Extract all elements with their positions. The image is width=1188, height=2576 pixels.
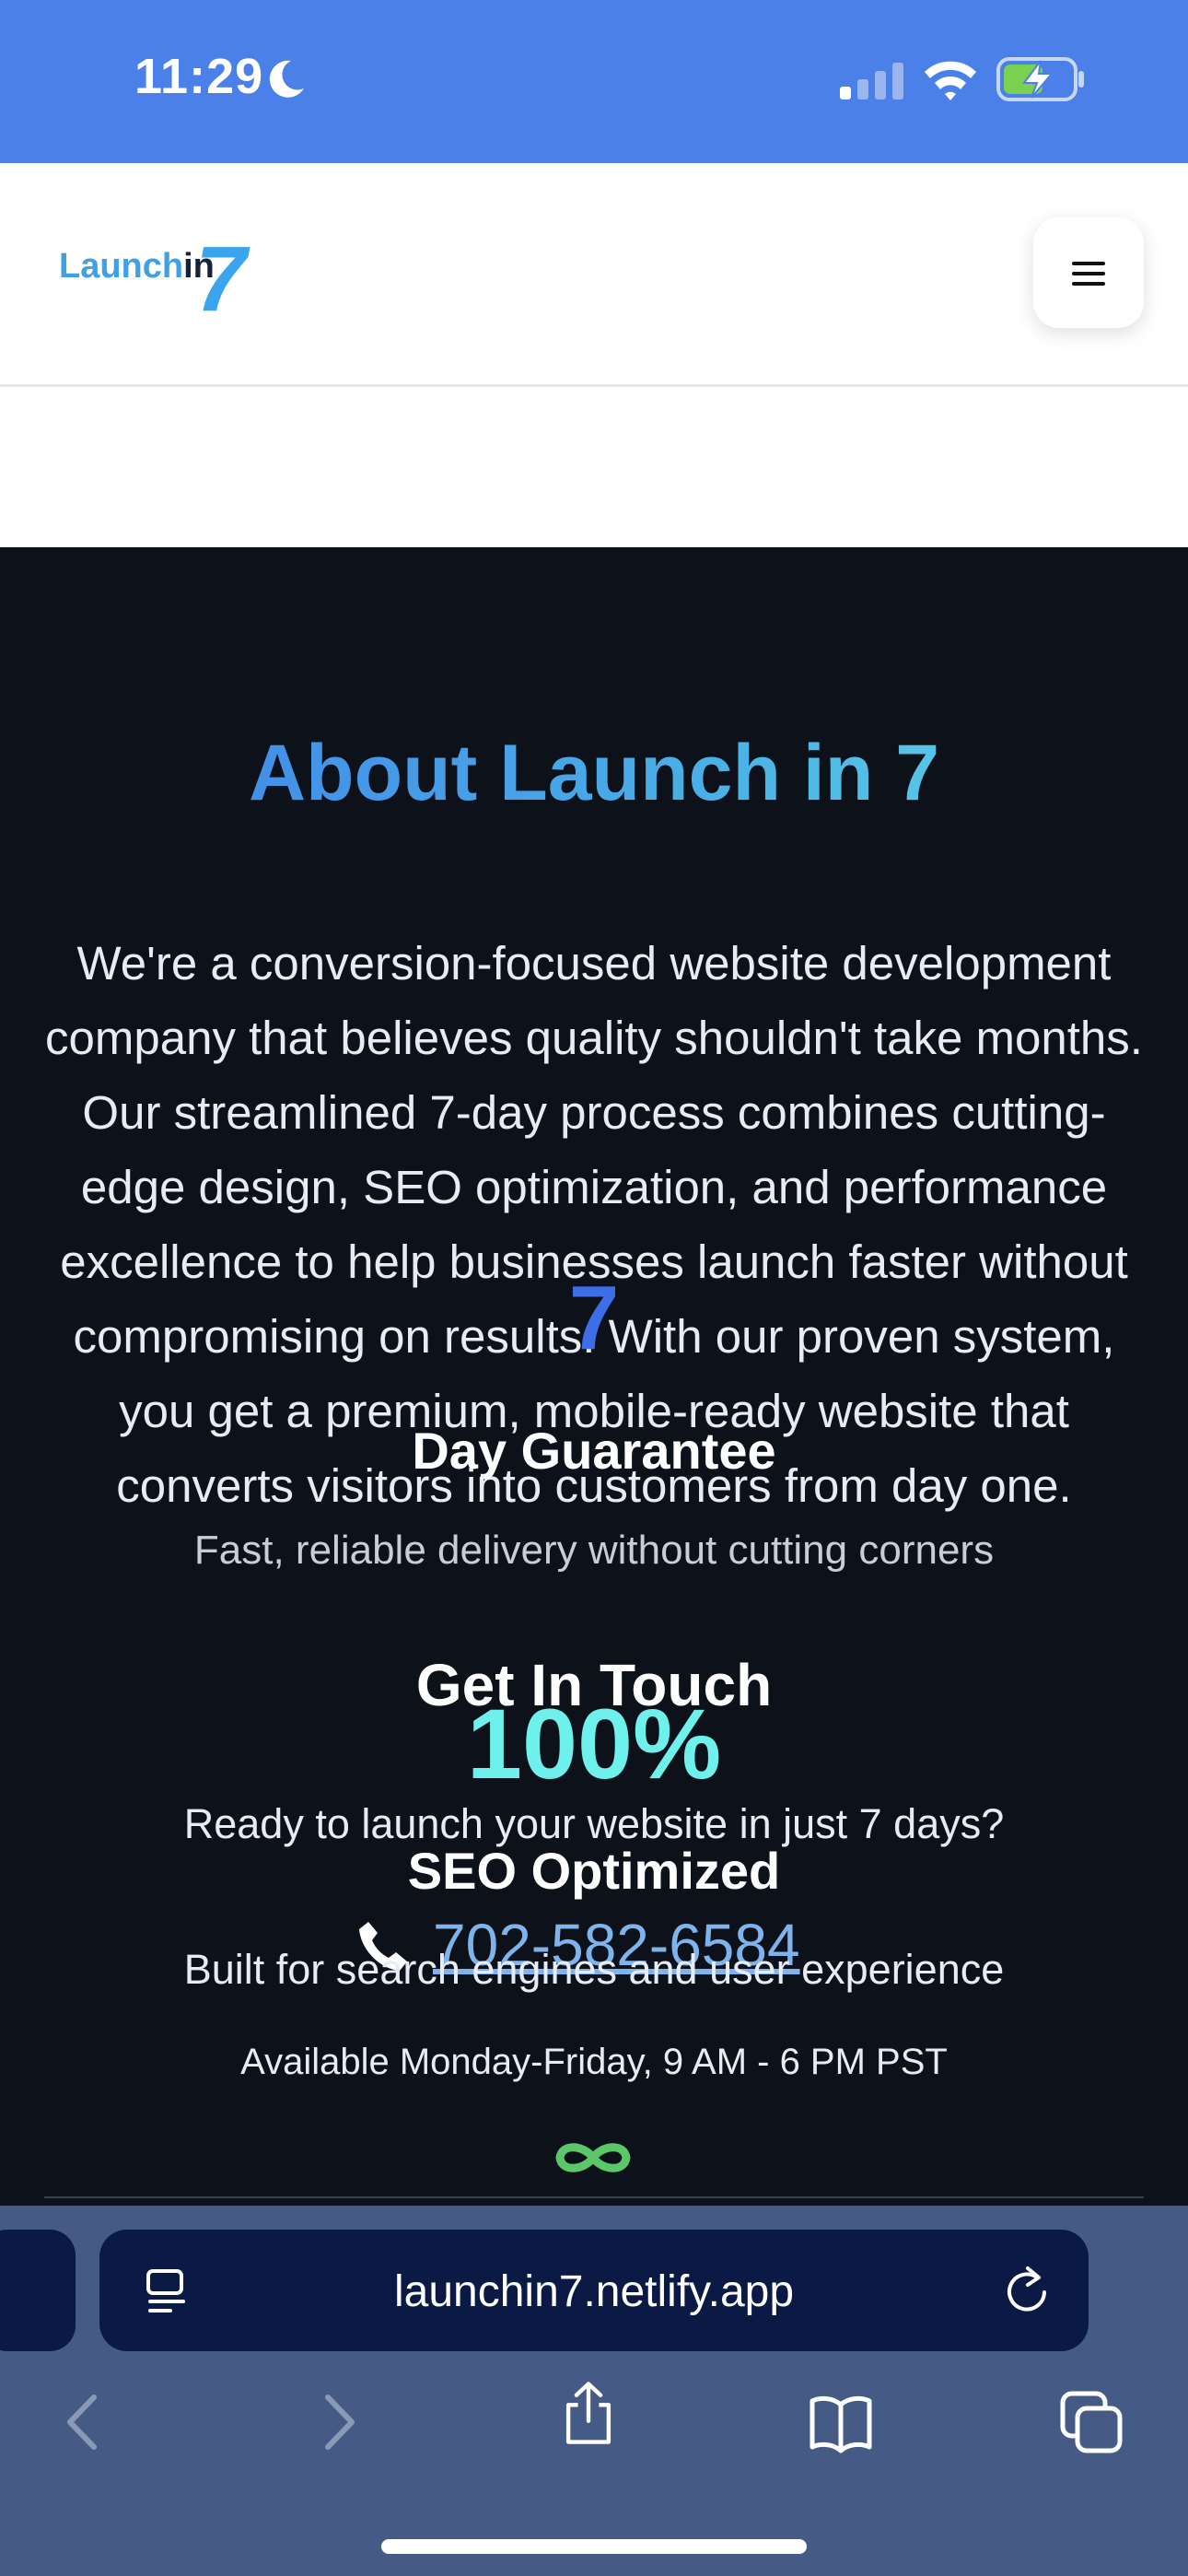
stat-description-seo: Built for search engines and user experi… [183,1946,1005,1993]
stat-number-days: 7 [568,1267,620,1368]
back-icon[interactable] [52,2390,116,2454]
logo-wordmark: Launchin [59,247,215,287]
reload-icon[interactable] [1004,2265,1050,2316]
status-time: 11:29 [134,49,264,104]
wifi-icon [925,61,976,100]
infinity-icon [555,2143,631,2172]
share-icon[interactable] [556,2381,621,2445]
stat-description-delivery: Fast, reliable delivery without cutting … [193,1528,995,1573]
logo-launch-text: Launch [59,247,184,286]
bookmarks-icon[interactable] [809,2390,873,2454]
logo-seven: 7 [195,228,247,331]
section-divider [44,2196,1144,2198]
signal-icon [840,63,903,100]
stat-label-seo-optimized: SEO Optimized [407,1842,781,1900]
business-hours: Available Monday-Friday, 9 AM - 6 PM PST [240,2042,948,2082]
url-text[interactable]: launchin7.netlify.app [99,2266,1089,2317]
tabs-icon[interactable] [1059,2390,1124,2454]
battery-charging-icon [996,57,1084,101]
header-spacer [0,387,1188,547]
hamburger-menu-icon[interactable] [1070,260,1107,287]
home-indicator [381,2539,807,2554]
stat-number-seo: 100% [466,1688,722,1799]
forward-icon[interactable] [306,2390,370,2454]
about-title: About Launch in 7 [0,728,1188,819]
stat-label-day-guarantee: Day Guarantee [412,1422,776,1480]
moon-icon [269,60,304,98]
previous-tab-preview[interactable] [0,2230,76,2351]
